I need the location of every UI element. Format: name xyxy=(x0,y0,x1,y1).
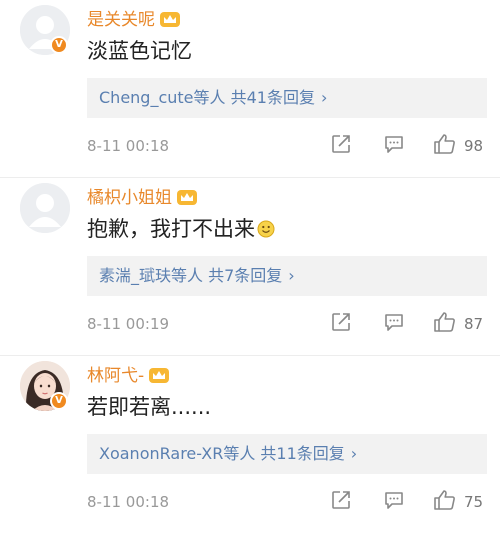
share-icon[interactable] xyxy=(330,133,352,159)
replies-link[interactable]: 素湍_珷玞等人 共7条回复 › xyxy=(87,256,487,296)
comment-icon[interactable] xyxy=(383,489,405,515)
crown-icon xyxy=(176,188,198,211)
replies-users: XoanonRare-XR等人 xyxy=(99,444,256,463)
comment-text-content: 若即若离...... xyxy=(87,395,212,419)
comment-item: V 林阿弋- 若即若离...... XoanonRare-XR等人 共11条回复… xyxy=(0,356,500,534)
replies-users: Cheng_cute等人 xyxy=(99,88,226,107)
chevron-right-icon: › xyxy=(288,266,295,285)
comment-item: V 是关关呢 淡蓝色记忆 Cheng_cute等人 共41条回复 › 8-11 0… xyxy=(0,0,500,178)
crown-icon xyxy=(148,366,170,389)
like-count: 98 xyxy=(464,137,484,155)
avatar[interactable] xyxy=(20,183,70,233)
username-line[interactable]: 林阿弋- xyxy=(87,361,170,389)
chevron-right-icon: › xyxy=(320,88,328,107)
comment-text-content: 淡蓝色记忆 xyxy=(87,39,192,63)
replies-users: 素湍_珷玞等人 xyxy=(99,266,204,285)
comment-text-content: 抱歉，我打不出来 xyxy=(87,217,255,241)
username[interactable]: 橘枳小姐姐 xyxy=(87,188,172,208)
chevron-right-icon: › xyxy=(350,444,358,463)
thumbs-up-icon[interactable] xyxy=(433,311,457,337)
share-icon[interactable] xyxy=(330,311,352,337)
smile-emoji-icon xyxy=(257,219,275,243)
like-count: 87 xyxy=(464,315,484,333)
username-line[interactable]: 橘枳小姐姐 xyxy=(87,183,198,211)
username-line[interactable]: 是关关呢 xyxy=(87,5,181,33)
like-count: 75 xyxy=(464,493,484,511)
verified-badge-icon: V xyxy=(50,392,68,410)
thumbs-up-icon[interactable] xyxy=(433,133,457,159)
comment-item: 橘枳小姐姐 抱歉，我打不出来 素湍_珷玞等人 共7条回复 › 8-11 00:19… xyxy=(0,178,500,356)
comment-list: V 是关关呢 淡蓝色记忆 Cheng_cute等人 共41条回复 › 8-11 0… xyxy=(0,0,500,534)
replies-count: 共11条回复 xyxy=(260,444,345,463)
username[interactable]: 是关关呢 xyxy=(87,10,155,30)
comment-text: 抱歉，我打不出来 xyxy=(87,213,275,243)
replies-link[interactable]: Cheng_cute等人 共41条回复 › xyxy=(87,78,487,118)
comment-icon[interactable] xyxy=(383,133,405,159)
comment-time: 8-11 00:18 xyxy=(87,137,170,155)
comment-time: 8-11 00:18 xyxy=(87,493,170,511)
replies-count: 共7条回复 xyxy=(208,266,283,285)
comment-text: 若即若离...... xyxy=(87,391,211,421)
replies-count: 共41条回复 xyxy=(230,88,315,107)
comment-icon[interactable] xyxy=(383,311,405,337)
comment-time: 8-11 00:19 xyxy=(87,315,170,333)
verified-badge-icon: V xyxy=(50,36,68,54)
share-icon[interactable] xyxy=(330,489,352,515)
thumbs-up-icon[interactable] xyxy=(433,489,457,515)
crown-icon xyxy=(159,10,181,33)
comment-text: 淡蓝色记忆 xyxy=(87,35,192,65)
username[interactable]: 林阿弋- xyxy=(87,366,144,386)
replies-link[interactable]: XoanonRare-XR等人 共11条回复 › xyxy=(87,434,487,474)
